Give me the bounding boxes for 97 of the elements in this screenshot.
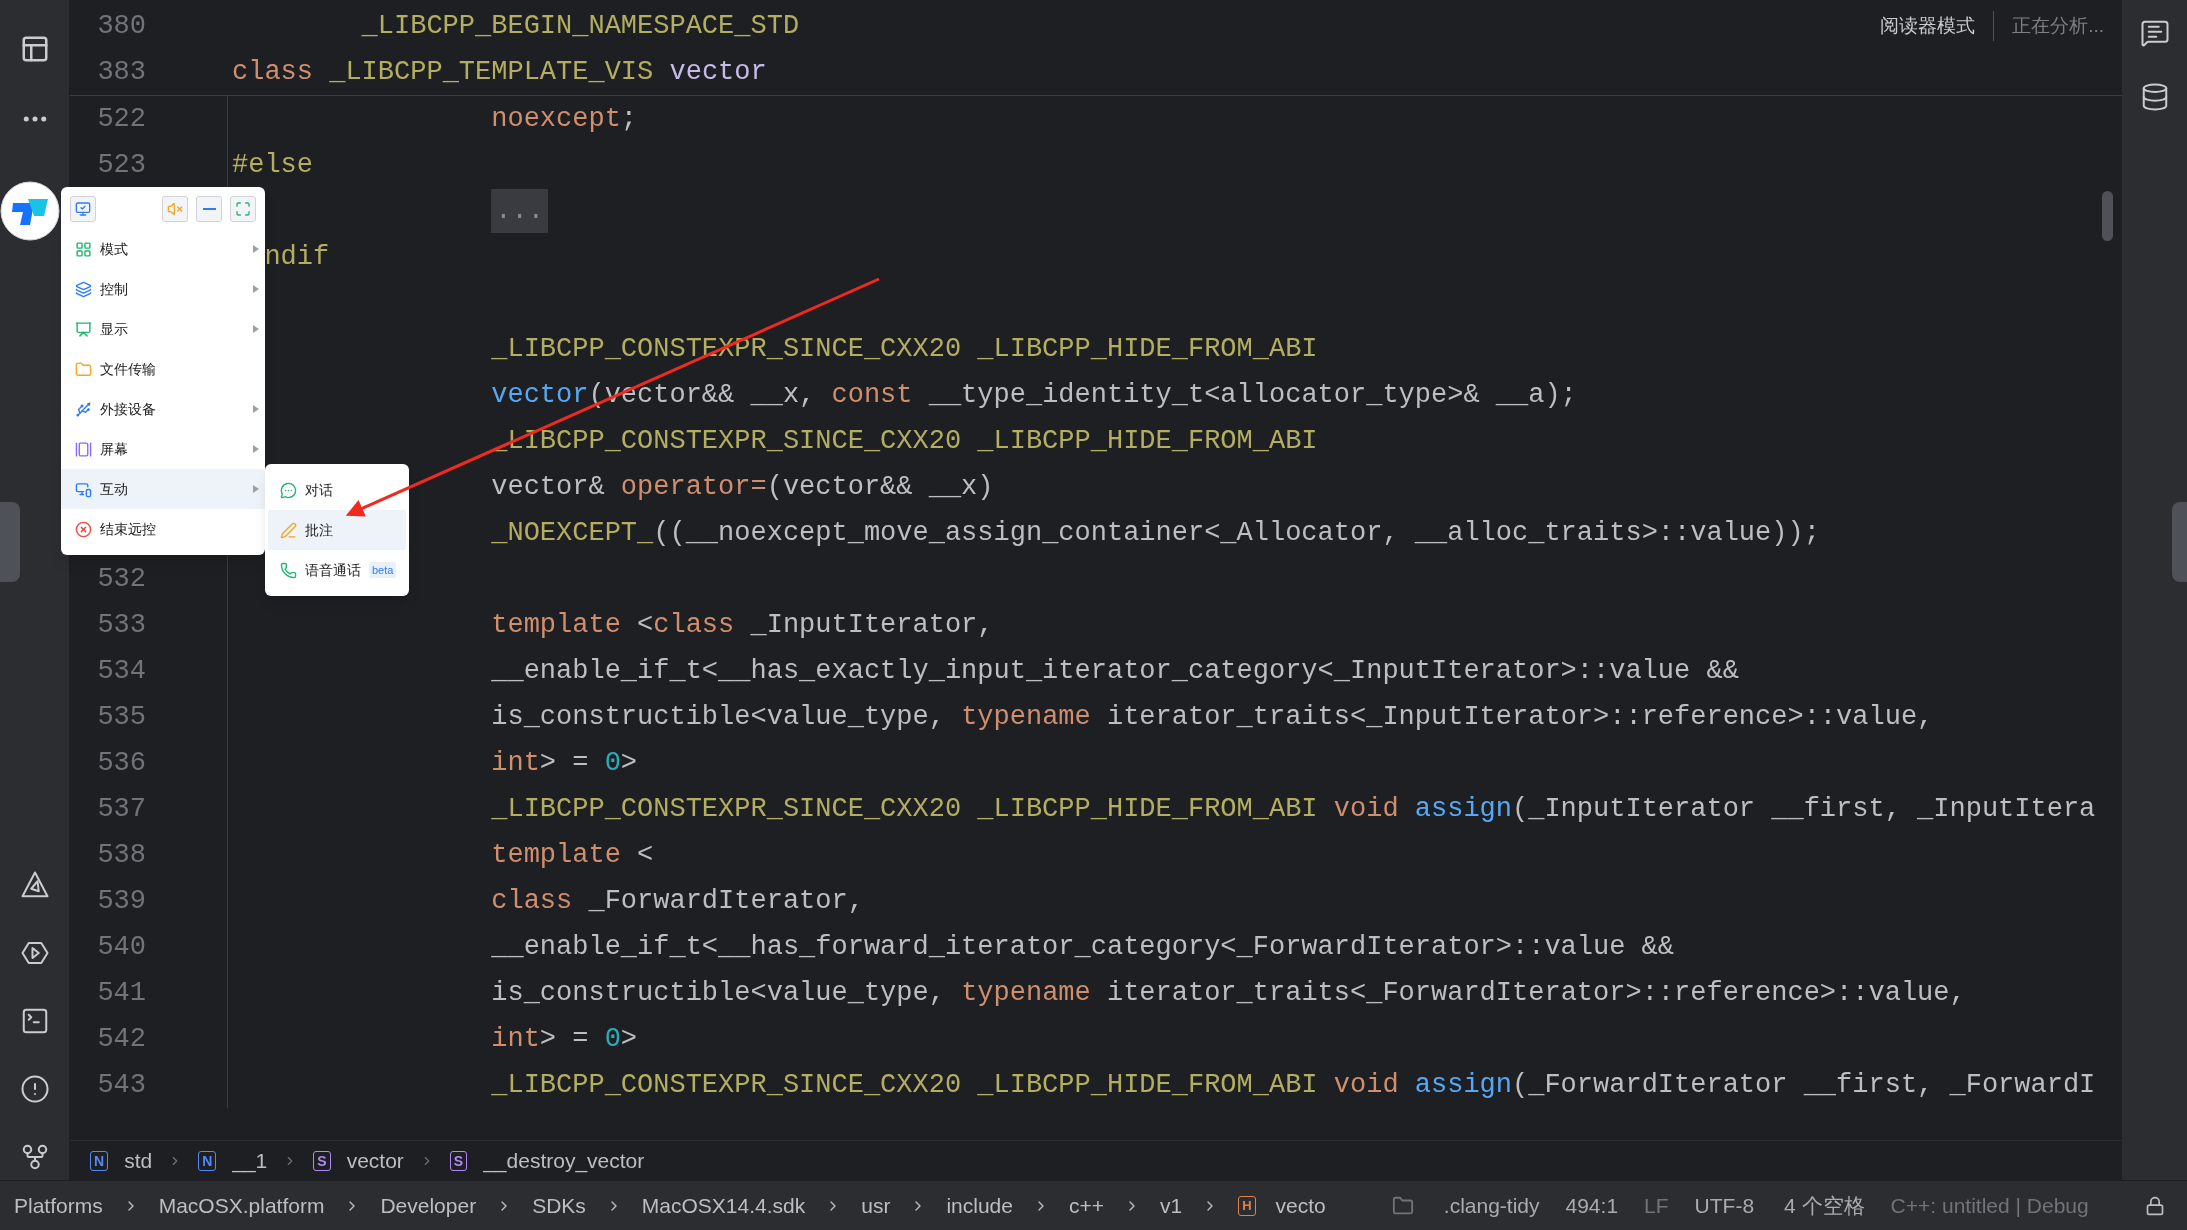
- indent-setting[interactable]: 4 个空格: [1784, 1189, 1865, 1222]
- side-handle[interactable]: [0, 502, 20, 582]
- menu-item[interactable]: 控制: [61, 269, 265, 309]
- folder-icon[interactable]: [1391, 1194, 1414, 1217]
- symbol-badge: N: [90, 1150, 109, 1171]
- path-segment[interactable]: MacOSX14.4.sdk: [641, 1189, 806, 1222]
- pen-icon: [280, 521, 297, 539]
- path-segment[interactable]: vecto: [1275, 1189, 1326, 1222]
- code-line: int> = 0>: [491, 1022, 638, 1056]
- side-handle[interactable]: [2172, 502, 2187, 582]
- reader-mode-link[interactable]: 阅读器模式: [1880, 11, 1976, 41]
- menu-item[interactable]: 文件传输: [61, 349, 265, 389]
- mute-icon: [167, 201, 183, 217]
- symbol-badge: N: [198, 1150, 217, 1171]
- cursor-position[interactable]: 494:1: [1565, 1189, 1619, 1222]
- code-line: #else: [232, 148, 313, 182]
- code-line: __enable_if_t<__has_forward_iterator_category<_ForwardIterator>::value &&: [491, 930, 1675, 964]
- code-line: template <: [491, 838, 654, 872]
- screen-button[interactable]: [70, 196, 96, 222]
- lock-icon[interactable]: [2145, 1195, 2165, 1216]
- path-segment[interactable]: Platforms: [14, 1189, 103, 1222]
- scrollbar-thumb[interactable]: [2102, 191, 2113, 241]
- code-line: class _ForwardIterator,: [491, 884, 864, 918]
- fullscreen-icon: [235, 201, 251, 217]
- app-logo-icon[interactable]: [0, 181, 60, 241]
- code-line: __enable_if_t<__has_exactly_input_iterator_category<_InputIterator>::value &&: [491, 654, 1739, 688]
- inspections-label[interactable]: .clang-tidy: [1443, 1189, 1540, 1222]
- monitor-icon: [75, 201, 91, 217]
- minimize-icon: [202, 208, 216, 210]
- path-segment[interactable]: v1: [1160, 1189, 1183, 1222]
- line-number: 537: [97, 793, 146, 824]
- line-number: 536: [97, 747, 146, 778]
- device-icon: [75, 400, 92, 418]
- submenu-item[interactable]: 对话: [268, 470, 406, 510]
- problems-icon[interactable]: [19, 1074, 50, 1104]
- code-line: _LIBCPP_CONSTEXPR_SINCE_CXX20 _LIBCPP_HIDE_FROM_ABI void assign(_ForwardIterator __first, _ForwardI: [491, 1068, 2096, 1102]
- chat-icon[interactable]: [2139, 18, 2170, 48]
- code-line: _LIBCPP_BEGIN_NAMESPACE_STD: [361, 9, 800, 43]
- layers-icon: [75, 280, 92, 298]
- line-number: 533: [97, 609, 146, 640]
- symbol-badge: S: [449, 1150, 468, 1171]
- minimize-button[interactable]: [196, 196, 222, 222]
- line-number: 538: [97, 839, 146, 870]
- encoding[interactable]: UTF-8: [1694, 1189, 1755, 1222]
- phone-icon: [280, 561, 297, 579]
- path-segment[interactable]: usr: [861, 1189, 891, 1222]
- analysis-status: 正在分析...: [2012, 13, 2104, 38]
- breadcrumb-item[interactable]: std: [124, 1144, 153, 1177]
- code-line: is_constructible<value_type, typename iterator_traits<_InputIterator>::reference>::value,: [491, 700, 1934, 734]
- line-number: 383: [97, 56, 146, 87]
- line-number: 539: [97, 885, 146, 916]
- breadcrumb-item[interactable]: vector: [346, 1144, 404, 1177]
- file-badge: H: [1238, 1195, 1256, 1216]
- grid-icon: [75, 240, 92, 258]
- beta-badge: beta: [369, 561, 397, 579]
- monitor-icon: [75, 320, 92, 338]
- menu-item[interactable]: 模式: [61, 229, 265, 269]
- interaction-icon: [75, 480, 92, 498]
- code-line: is_constructible<value_type, typename iterator_traits<_ForwardIterator>::reference>::value,: [491, 976, 1966, 1010]
- menu-item[interactable]: 外接设备: [61, 389, 265, 429]
- menu-item[interactable]: 屏幕: [61, 429, 265, 469]
- line-number: 535: [97, 701, 146, 732]
- line-number: 523: [97, 149, 146, 180]
- code-line: class _LIBCPP_TEMPLATE_VIS vector: [232, 55, 767, 89]
- line-number: 522: [97, 103, 146, 134]
- path-segment[interactable]: SDKs: [532, 1189, 586, 1222]
- submenu-item[interactable]: 批注: [268, 510, 406, 550]
- line-number: 542: [97, 1023, 146, 1054]
- folder-icon: [75, 360, 92, 378]
- path-segment[interactable]: c++: [1069, 1189, 1104, 1222]
- path-segment[interactable]: include: [946, 1189, 1013, 1222]
- code-line: _LIBCPP_CONSTEXPR_SINCE_CXX20 _LIBCPP_HIDE_FROM_ABI void assign(_InputIterator __first, _InputItera: [491, 792, 2096, 826]
- line-number: 543: [97, 1069, 146, 1100]
- code-line: ndif: [264, 240, 330, 274]
- menu-item[interactable]: 互动: [61, 469, 265, 509]
- line-number: 540: [97, 931, 146, 962]
- code-line: template <class _InputIterator,: [491, 608, 994, 642]
- screens-icon: [75, 440, 92, 458]
- submenu-item[interactable]: 语音通话 beta: [268, 550, 406, 590]
- breadcrumb-item[interactable]: __1: [232, 1144, 268, 1177]
- path-segment[interactable]: Developer: [380, 1189, 477, 1222]
- menu-item[interactable]: 显示: [61, 309, 265, 349]
- line-number: 532: [97, 563, 146, 594]
- triangle-icon[interactable]: [19, 870, 50, 900]
- line-number: 380: [97, 10, 146, 41]
- code-line: noexcept;: [491, 102, 638, 136]
- line-number: 534: [97, 655, 146, 686]
- path-segment[interactable]: MacOSX.platform: [158, 1189, 325, 1222]
- code-line: vector& operator=(vector&& __x): [491, 470, 994, 504]
- code-line: _NOEXCEPT_((__noexcept_move_assign_container<_Allocator, __alloc_traits>::value));: [491, 516, 1820, 550]
- close-icon: [75, 520, 92, 538]
- breadcrumb-item[interactable]: __destroy_vector: [483, 1144, 645, 1177]
- menu-item[interactable]: 结束远控: [61, 509, 265, 549]
- symbol-badge: S: [313, 1150, 331, 1171]
- code-line: int> = 0>: [491, 746, 638, 780]
- line-number: 541: [97, 977, 146, 1008]
- chat-icon: [280, 481, 297, 499]
